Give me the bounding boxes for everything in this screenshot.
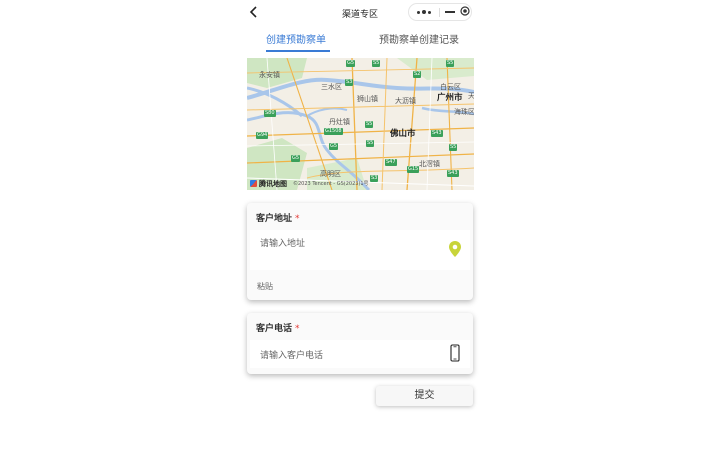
road-badge: S5	[366, 140, 375, 147]
map-copyright: ©2023 Tencent - GS(2023)1号	[293, 181, 369, 187]
target-close-icon[interactable]	[460, 6, 470, 16]
location-pin-icon[interactable]	[448, 240, 462, 258]
mini-program-page: 渠道专区 创建预勘察单 预勘察单创建记录 永安镇 三水区 狮山镇 大沥镇 白云区…	[241, 0, 479, 450]
map-label: 三水区	[321, 83, 342, 91]
phone-card: 客户电话 * 请输入客户电话	[247, 313, 473, 374]
map-label: 丹灶镇	[329, 118, 350, 126]
map-base	[247, 58, 474, 190]
paste-button[interactable]: 粘贴	[257, 281, 273, 292]
phone-placeholder: 请输入客户电话	[260, 351, 324, 361]
mobile-phone-icon[interactable]	[450, 344, 460, 362]
road-badge: S3	[345, 79, 354, 86]
tab-bar: 创建预勘察单 预勘察单创建记录	[241, 28, 479, 52]
capsule-divider	[439, 8, 440, 17]
phone-label-text: 客户电话	[256, 324, 293, 334]
road-badge: G1508	[324, 128, 343, 135]
map-label: 天	[468, 92, 474, 100]
required-mark: *	[295, 324, 300, 334]
address-label: 客户地址 *	[256, 211, 300, 224]
map-provider-logo: 腾讯地图	[250, 179, 287, 189]
road-badge: S80	[264, 110, 276, 117]
nav-bar: 渠道专区	[241, 0, 479, 26]
map-label: 北滘镇	[419, 160, 440, 168]
map-label: 大沥镇	[395, 97, 416, 105]
map-view[interactable]: 永安镇 三水区 狮山镇 大沥镇 白云区 广州市 天 海珠区 丹灶镇 佛山市 北滘…	[247, 58, 474, 190]
road-badge: G5	[329, 143, 339, 150]
active-tab-indicator	[266, 50, 330, 52]
address-placeholder: 请输入地址	[260, 239, 306, 249]
phone-label: 客户电话 *	[256, 321, 300, 334]
submit-button[interactable]: 提交	[376, 386, 473, 406]
road-badge: S2	[413, 71, 422, 78]
map-city-label: 广州市	[437, 93, 463, 103]
road-badge: G5	[291, 155, 301, 162]
map-label: 海珠区	[454, 108, 474, 116]
road-badge: G94	[256, 132, 269, 139]
minimize-icon[interactable]	[442, 4, 458, 20]
road-badge: G15	[407, 166, 420, 173]
road-badge: S3	[370, 175, 379, 182]
map-label: 永安镇	[259, 71, 280, 79]
road-badge: S5	[372, 60, 381, 67]
tab-survey-records[interactable]: 预勘察单创建记录	[379, 31, 459, 46]
tab-create-survey[interactable]: 创建预勘察单	[266, 31, 326, 46]
road-badge: G5	[346, 60, 356, 67]
more-dots-icon[interactable]	[413, 4, 435, 20]
required-mark: *	[295, 214, 300, 224]
road-badge: S47	[385, 159, 397, 166]
map-provider-name: 腾讯地图	[259, 180, 287, 188]
tencent-map-logo-icon	[250, 180, 257, 187]
road-badge: S5	[446, 60, 455, 67]
map-label: 狮山镇	[357, 95, 378, 103]
road-badge: S5	[449, 144, 458, 151]
map-label: 高明区	[320, 170, 341, 178]
address-input[interactable]: 请输入地址	[250, 230, 470, 270]
road-badge: S43	[447, 170, 459, 177]
road-badge: S5	[365, 121, 374, 128]
phone-input[interactable]: 请输入客户电话	[250, 340, 470, 368]
address-card: 客户地址 * 请输入地址 粘贴	[247, 203, 473, 300]
capsule-menu	[408, 3, 472, 21]
map-city-label: 佛山市	[390, 129, 416, 139]
address-label-text: 客户地址	[256, 214, 293, 224]
road-badge: S43	[431, 130, 443, 137]
